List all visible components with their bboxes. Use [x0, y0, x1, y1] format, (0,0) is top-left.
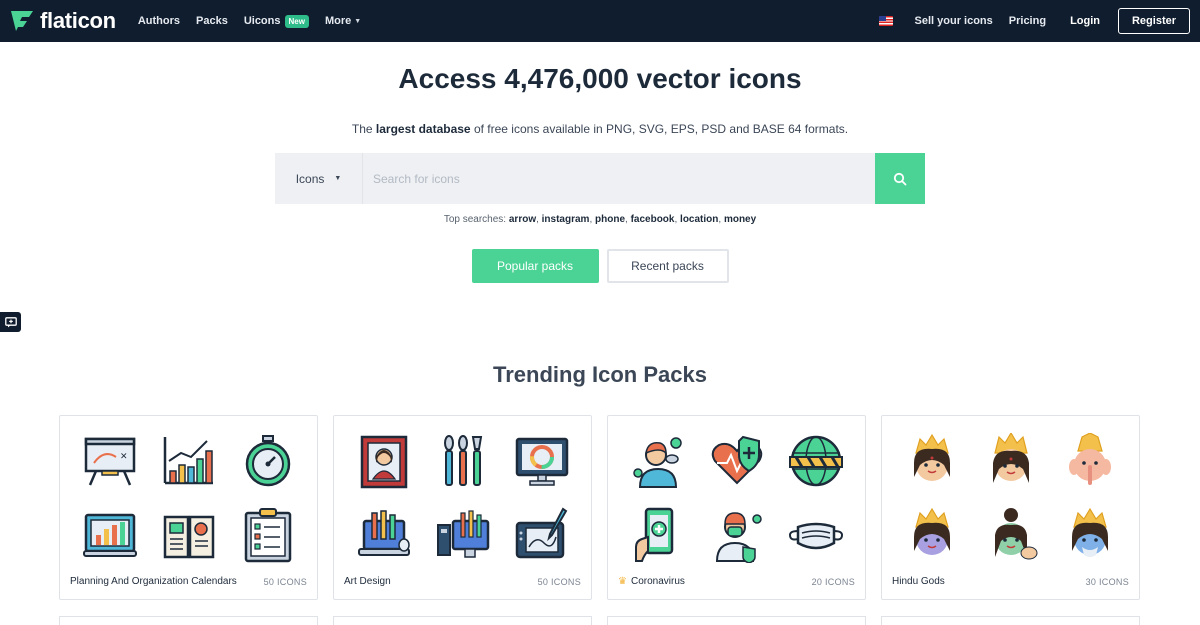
card-footer: ♛ Coronavirus 20 ICONS: [618, 576, 855, 587]
section-title: Trending Icon Packs: [493, 362, 707, 387]
deity-icon: [1050, 498, 1129, 572]
top-search-link[interactable]: arrow: [509, 214, 536, 225]
svg-text:✕: ✕: [120, 452, 128, 462]
pack-count: 50 ICONS: [537, 576, 581, 587]
pack-buttons: Popular packs Recent packs: [0, 249, 1200, 283]
pack-name: ♛ Coronavirus: [618, 576, 685, 587]
monitor-chart-icon: [70, 498, 149, 572]
top-search-link[interactable]: phone: [595, 214, 625, 225]
hero-subtitle: The largest database of free icons avail…: [0, 122, 1200, 136]
pack-preview: [618, 424, 855, 572]
feedback-button[interactable]: [0, 312, 21, 332]
pack-name: Hindu Gods: [892, 576, 945, 587]
pack-card-stub: [59, 616, 318, 625]
pack-count: 20 ICONS: [811, 576, 855, 587]
pack-card-stub: [607, 616, 866, 625]
deity-icon: [892, 424, 971, 498]
new-badge: New: [284, 14, 309, 28]
pack-card-hindu-gods[interactable]: Hindu Gods 30 ICONS: [881, 415, 1140, 600]
pack-name: Planning And Organization Calendars: [70, 576, 237, 587]
design-monitor-icon: [502, 424, 581, 498]
search-type-label: Icons: [295, 171, 325, 186]
search-input[interactable]: [363, 153, 875, 204]
flaticon-logo-icon: [11, 11, 33, 31]
phone-medical-icon: [618, 498, 697, 572]
nav-authors[interactable]: Authors: [138, 15, 180, 27]
hero-sub-post: of free icons available in PNG, SVG, EPS…: [473, 122, 849, 136]
globe-barrier-icon: [776, 424, 855, 498]
paint-tools-icon: [423, 424, 502, 498]
laptop-brushes-icon: [344, 498, 423, 572]
desktop-pens-icon: [423, 498, 502, 572]
search-type-dropdown[interactable]: Icons ▼: [275, 153, 363, 204]
search-button[interactable]: [875, 153, 925, 204]
deity-icon: [1050, 424, 1129, 498]
sick-person-icon: [618, 424, 697, 498]
drawing-tablet-icon: [502, 498, 581, 572]
pack-card-coronavirus[interactable]: ♛ Coronavirus 20 ICONS: [607, 415, 866, 600]
flaticon-logo[interactable]: flaticon: [8, 7, 116, 35]
heart-shield-icon: [697, 424, 776, 498]
pack-count: 50 ICONS: [263, 576, 307, 587]
chevron-down-icon: ▼: [354, 17, 362, 25]
deity-icon: [971, 424, 1050, 498]
nav-packs[interactable]: Packs: [196, 15, 228, 27]
deity-icon: [971, 498, 1050, 572]
search-icon: [893, 172, 907, 185]
hero-sub-pre: The: [351, 122, 373, 136]
pack-count: 30 ICONS: [1085, 576, 1129, 587]
top-search-link[interactable]: instagram: [542, 214, 590, 225]
card-footer: Planning And Organization Calendars 50 I…: [70, 576, 307, 587]
popular-packs-button[interactable]: Popular packs: [471, 249, 599, 283]
pack-preview: [344, 424, 581, 572]
nav-more[interactable]: More ▼: [325, 15, 361, 27]
pack-name-text: Coronavirus: [630, 576, 685, 587]
pricing-link[interactable]: Pricing: [1009, 15, 1046, 27]
doctor-mask-icon: [697, 498, 776, 572]
pack-preview: [892, 424, 1129, 572]
checklist-clipboard-icon: [228, 498, 307, 572]
top-search-link[interactable]: location: [680, 214, 718, 225]
portrait-frame-icon: [344, 424, 423, 498]
recent-packs-button[interactable]: Recent packs: [606, 249, 729, 283]
stopwatch-icon: [228, 424, 307, 498]
card-footer: Art Design 50 ICONS: [344, 576, 581, 587]
pack-card-stub: [333, 616, 592, 625]
bar-chart-icon: [149, 424, 228, 498]
us-flag-icon[interactable]: [878, 16, 893, 26]
pack-name: Art Design: [344, 576, 391, 587]
top-searches-label: Top searches:: [443, 214, 507, 225]
logo-text: flaticon: [40, 8, 116, 33]
pack-card-stub: [881, 616, 1140, 625]
crown-icon: ♛: [618, 576, 627, 587]
search-bar: Icons ▼: [275, 153, 925, 204]
register-button[interactable]: Register: [1118, 8, 1190, 34]
nav-uicons[interactable]: Uicons New: [243, 14, 309, 28]
open-book-icon: [149, 498, 228, 572]
pack-preview: ✕: [70, 424, 307, 572]
login-link[interactable]: Login: [1070, 15, 1100, 27]
top-nav: flaticon Authors Packs Uicons New More ▼…: [0, 0, 1200, 42]
sell-your-icons-link[interactable]: Sell your icons: [915, 15, 993, 27]
deity-icon: [892, 498, 971, 572]
hero-title: Access 4,476,000 vector icons: [398, 63, 802, 94]
nav-uicons-label: Uicons: [243, 15, 281, 27]
whiteboard-icon: ✕: [70, 424, 149, 498]
top-searches: Top searches: arrow, instagram, phone, f…: [443, 214, 757, 225]
hero-sub-bold: largest database: [375, 122, 471, 136]
top-search-link[interactable]: facebook: [631, 214, 675, 225]
pack-card-art-design[interactable]: Art Design 50 ICONS: [333, 415, 592, 600]
feedback-icon: [4, 316, 17, 327]
pack-card-planning[interactable]: ✕ Planning And Organization Calendars 50…: [59, 415, 318, 600]
card-footer: Hindu Gods 30 ICONS: [892, 576, 1129, 587]
face-mask-icon: [776, 498, 855, 572]
nav-more-label: More: [324, 15, 352, 27]
top-search-link[interactable]: money: [724, 214, 756, 225]
caret-down-icon: ▼: [334, 175, 342, 182]
